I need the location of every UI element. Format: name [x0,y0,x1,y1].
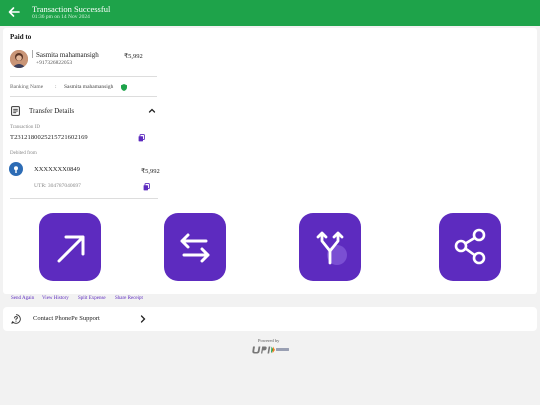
person-photo-icon [10,50,28,68]
transfer-details-label: Transfer Details [29,107,75,115]
debited-from-label: Debited from [10,151,37,156]
receipt-icon [11,106,20,116]
verified-shield-icon [121,84,127,91]
split-expense-button[interactable] [299,213,361,281]
header-bar: Transaction Successful 01:36 pm on 14 No… [0,0,540,26]
paid-amount: ₹5,992 [124,53,143,60]
split-expense-link[interactable]: Split Expense [78,296,106,301]
share-receipt-button[interactable] [439,213,501,281]
arrow-up-right-icon [57,235,85,263]
account-number: XXXXXXX0849 [34,166,80,173]
avatar [10,50,28,68]
view-history-button[interactable] [164,213,226,281]
bank-logo-icon [9,162,23,176]
payee-name-text: Sasmita mahamansigh [36,51,99,59]
send-again-button[interactable] [39,213,101,281]
utr-number: UTR: 304787040697 [34,183,81,189]
divider [10,76,157,77]
send-again-link[interactable]: Send Again [11,296,34,301]
banking-name-label: Banking Name [10,84,44,90]
payee-phone: +917326822053 [36,60,73,66]
copy-icon[interactable] [138,134,145,142]
contact-support-label: Contact PhonePe Support [33,315,100,322]
divider [10,96,157,97]
help-circle-icon [11,314,21,324]
powered-by-label: Powered by [258,338,280,343]
split-arrows-icon [316,231,347,265]
view-history-link[interactable]: View History [42,296,69,301]
swap-arrows-icon [180,233,210,263]
share-receipt-link[interactable]: Share Receipt [115,296,143,301]
payee-name: Sasmita mahamansigh [32,50,99,59]
banking-name-separator: : [55,84,57,90]
transaction-timestamp: 01:36 pm on 14 Nov 2024 [32,14,90,20]
chevron-up-icon[interactable] [148,107,156,114]
transaction-id: T2312180025215721602169 [10,134,88,141]
page-title: Transaction Successful [32,4,111,14]
name-separator [32,50,33,58]
share-icon [454,228,486,265]
upi-logo-icon [252,346,289,354]
chevron-right-icon [140,315,146,323]
transaction-card: Paid to Sasmita mahamansigh +91732682205… [3,28,537,294]
paid-to-heading: Paid to [10,33,32,41]
back-arrow-icon[interactable] [7,5,21,19]
copy-icon[interactable] [143,183,150,191]
divider [10,198,158,199]
transaction-id-label: Transaction ID [10,125,40,130]
sbi-logo-icon [14,166,18,173]
action-labels-row: Send Again View History Split Expense Sh… [0,296,540,304]
contact-support-row[interactable]: Contact PhonePe Support [3,307,537,331]
debited-amount: ₹5,992 [141,168,160,175]
banking-name-value: Sasmita mahamansigh [64,84,114,90]
